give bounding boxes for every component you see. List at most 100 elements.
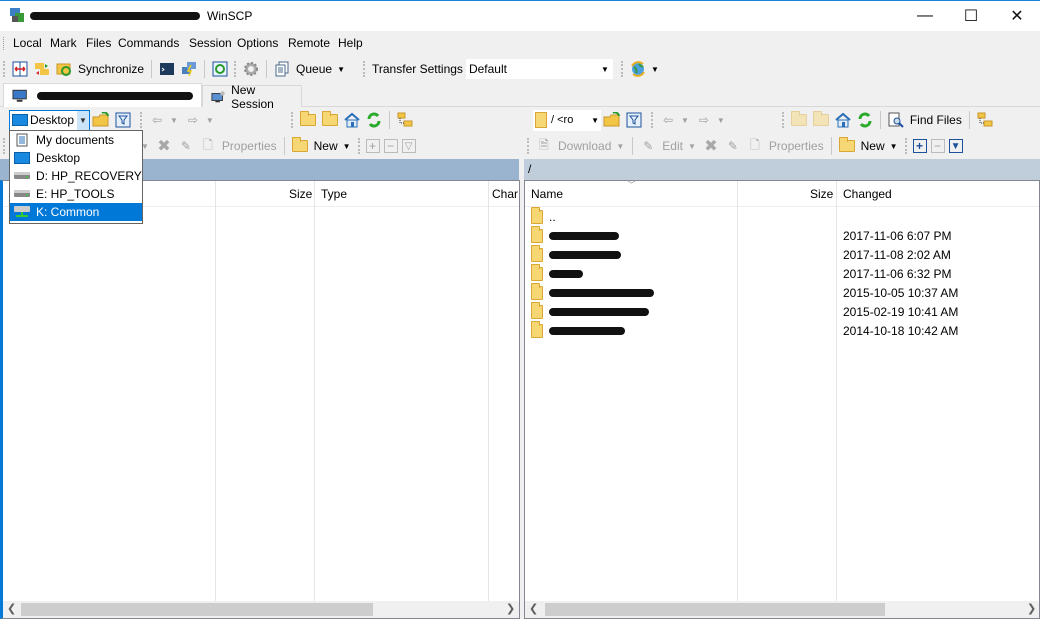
local-new-button[interactable]: New xyxy=(314,139,338,153)
parent-directory-icon[interactable] xyxy=(790,111,808,129)
back-dropdown-arrow[interactable]: ▼ xyxy=(170,116,178,125)
home-directory-icon[interactable] xyxy=(834,111,852,129)
properties-icon[interactable]: 🗋 xyxy=(746,137,764,155)
preferences-gear-icon[interactable] xyxy=(242,60,260,78)
select-files-icon[interactable]: + xyxy=(365,139,380,153)
dropdown-item-k-drive[interactable]: K: Common xyxy=(10,203,142,221)
file-row[interactable]: 2015-10-05 10:37 AM xyxy=(531,282,1031,302)
download-button[interactable]: Download xyxy=(558,139,611,153)
back-dropdown-arrow[interactable]: ▼ xyxy=(681,116,689,125)
remote-path-combo[interactable]: / <ro ▼ xyxy=(533,109,601,131)
local-col-size[interactable]: Size xyxy=(289,187,312,201)
file-row[interactable]: 2017-11-06 6:32 PM xyxy=(531,263,1031,283)
local-file-list[interactable]: Size Type Char ❮ ❯ xyxy=(0,180,520,619)
toolbar-grip[interactable] xyxy=(781,112,785,128)
toolbar-grip[interactable] xyxy=(3,61,6,77)
forward-dropdown-arrow[interactable]: ▼ xyxy=(206,116,214,125)
menu-session[interactable]: Session xyxy=(189,36,232,50)
new-folder-icon[interactable] xyxy=(291,137,309,155)
menubar-grip[interactable] xyxy=(3,37,5,50)
tree-view-icon[interactable] xyxy=(396,111,414,129)
toolbar-grip[interactable] xyxy=(651,112,654,128)
remote-properties-button[interactable]: Properties xyxy=(769,139,824,153)
transfer-settings-dropdown-arrow[interactable]: ▼ xyxy=(601,65,609,74)
toolbar-grip[interactable] xyxy=(363,61,366,77)
file-row-parent[interactable]: .. xyxy=(531,206,1031,226)
select-files-icon[interactable]: + xyxy=(912,139,927,153)
local-new-dropdown-arrow[interactable]: ▼ xyxy=(343,142,351,151)
back-icon[interactable]: ⇦ xyxy=(659,111,677,129)
local-properties-button[interactable]: Properties xyxy=(222,139,277,153)
toolbar-grip[interactable] xyxy=(234,61,237,77)
scroll-thumb[interactable] xyxy=(545,603,885,616)
close-button[interactable]: ✕ xyxy=(994,1,1040,31)
menu-files[interactable]: Files xyxy=(86,36,111,50)
menu-help[interactable]: Help xyxy=(338,36,363,50)
toolbar-grip[interactable] xyxy=(3,138,6,154)
compare-directories-icon[interactable] xyxy=(11,60,29,78)
forward-icon[interactable]: ⇨ xyxy=(695,111,713,129)
forward-dropdown-arrow[interactable]: ▼ xyxy=(717,116,725,125)
unselect-files-icon[interactable]: − xyxy=(930,139,945,153)
delete-icon[interactable]: ✖ xyxy=(702,137,720,155)
download-dropdown-arrow[interactable]: ▼ xyxy=(616,142,624,151)
toolbar-grip[interactable] xyxy=(527,138,530,154)
root-directory-icon[interactable] xyxy=(321,111,339,129)
queue-button[interactable]: Queue xyxy=(296,62,332,76)
local-drive-combo[interactable]: Desktop ▼ xyxy=(9,109,90,131)
remote-horizontal-scrollbar[interactable]: ❮ ❯ xyxy=(525,601,1039,618)
file-row[interactable]: 2017-11-06 6:07 PM xyxy=(531,225,1031,245)
menu-options[interactable]: Options xyxy=(237,36,278,50)
select-all-icon[interactable]: ▽ xyxy=(401,139,416,153)
scroll-left-arrow[interactable]: ❮ xyxy=(529,602,538,615)
dropdown-item-my-documents[interactable]: My documents xyxy=(10,131,142,149)
synchronize-icon[interactable] xyxy=(55,60,73,78)
file-row[interactable]: 2015-02-19 10:41 AM xyxy=(531,301,1031,321)
scroll-left-arrow[interactable]: ❮ xyxy=(7,602,16,615)
home-directory-icon[interactable] xyxy=(343,111,361,129)
filter-icon[interactable] xyxy=(625,111,643,129)
properties-icon[interactable]: 🗋 xyxy=(199,137,217,155)
remote-new-dropdown-arrow[interactable]: ▼ xyxy=(890,142,898,151)
unselect-files-icon[interactable]: − xyxy=(383,139,398,153)
transfer-settings-select[interactable]: Default ▼ xyxy=(465,59,613,79)
menu-commands[interactable]: Commands xyxy=(118,36,179,50)
refresh-icon[interactable] xyxy=(365,111,383,129)
local-horizontal-scrollbar[interactable]: ❮ ❯ xyxy=(3,601,519,618)
minimize-button[interactable]: — xyxy=(902,1,948,31)
queue-icon[interactable] xyxy=(273,60,291,78)
remote-col-name[interactable]: Name xyxy=(531,187,563,201)
toolbar-grip[interactable] xyxy=(904,138,908,154)
rename-icon[interactable]: ✎ xyxy=(177,137,195,155)
find-files-button[interactable]: Find Files xyxy=(910,113,962,127)
open-directory-icon[interactable] xyxy=(92,111,110,129)
download-icon[interactable]: 🗎 xyxy=(535,137,553,155)
transfer-globe-icon[interactable] xyxy=(629,60,647,78)
local-drive-dropdown-button[interactable]: ▼ xyxy=(77,110,89,130)
toolbar-grip[interactable] xyxy=(140,112,143,128)
remote-col-changed[interactable]: Changed xyxy=(843,187,892,201)
new-folder-icon[interactable] xyxy=(838,137,856,155)
rename-icon[interactable]: ✎ xyxy=(724,137,742,155)
toolbar-grip[interactable] xyxy=(357,138,361,154)
back-icon[interactable]: ⇦ xyxy=(148,111,166,129)
dropdown-item-e-drive[interactable]: E: HP_TOOLS xyxy=(10,185,142,203)
edit-button[interactable]: Edit xyxy=(662,139,683,153)
open-directory-icon[interactable] xyxy=(603,111,621,129)
local-col-changed[interactable]: Char xyxy=(492,187,518,201)
select-all-icon[interactable]: ▼ xyxy=(948,139,963,153)
toolbar-grip[interactable] xyxy=(620,61,624,77)
tab-new-session[interactable]: New Session xyxy=(202,83,302,111)
local-col-type[interactable]: Type xyxy=(321,187,347,201)
remote-new-button[interactable]: New xyxy=(861,139,885,153)
maximize-button[interactable]: ☐ xyxy=(948,1,994,31)
scroll-thumb[interactable] xyxy=(21,603,373,616)
delete-icon[interactable]: ✖ xyxy=(155,137,173,155)
putty-icon[interactable] xyxy=(180,60,198,78)
remote-path-dropdown-button[interactable]: ▼ xyxy=(591,116,599,125)
file-row[interactable]: 2014-10-18 10:42 AM xyxy=(531,320,1031,340)
find-files-icon[interactable] xyxy=(887,111,905,129)
menu-mark[interactable]: Mark xyxy=(50,36,77,50)
dropdown-item-d-drive[interactable]: D: HP_RECOVERY xyxy=(10,167,142,185)
edit-icon[interactable]: ✎ xyxy=(639,137,657,155)
